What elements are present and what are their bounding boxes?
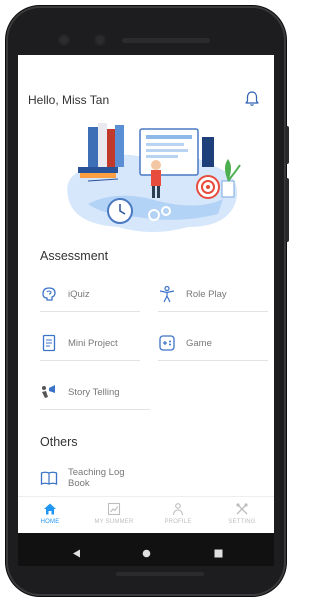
assessment-item-iquiz[interactable]: iQuiz — [40, 279, 140, 312]
megaphone-icon — [40, 383, 58, 401]
top-bezel — [6, 6, 286, 58]
assessment-item-label: Role Play — [186, 288, 227, 300]
nav-label: SETTING — [228, 519, 256, 525]
nav-label: HOME — [40, 519, 60, 525]
assessment-title: Assessment — [40, 249, 109, 263]
bottom-navigation: HOME MY SUMMER PROFILE SETTING — [18, 496, 274, 533]
sensor — [96, 36, 104, 44]
nav-profile[interactable]: PROFILE — [146, 501, 210, 525]
divider — [40, 409, 150, 410]
others-item-teaching-log-book[interactable]: Teaching Log Book — [40, 463, 150, 493]
header: Hello, Miss Tan — [28, 89, 264, 111]
controller-icon — [158, 334, 176, 352]
home-button-icon[interactable] — [142, 545, 151, 563]
system-navigation-bar — [18, 533, 274, 566]
assessment-item-story-telling[interactable]: Story Telling — [40, 377, 150, 410]
book-icon — [40, 469, 58, 487]
recent-apps-icon[interactable] — [214, 545, 223, 563]
nav-home[interactable]: HOME — [18, 501, 82, 525]
greeting-text: Hello, Miss Tan — [28, 93, 110, 107]
assessment-item-label: iQuiz — [68, 288, 90, 300]
document-icon — [40, 334, 58, 352]
others-title: Others — [40, 435, 78, 449]
assessment-item-label: Story Telling — [68, 386, 120, 398]
bottom-speaker — [116, 572, 204, 576]
divider — [40, 311, 140, 312]
brain-head-icon — [40, 285, 58, 303]
assessment-item-game[interactable]: Game — [158, 328, 268, 361]
tools-icon — [210, 501, 274, 517]
home-icon — [18, 501, 82, 517]
earpiece-speaker — [122, 38, 210, 43]
others-item-label: Teaching Log Book — [68, 467, 125, 489]
app-screen: Hello, Miss Tan Assessment iQuiz Role Pl… — [18, 55, 274, 533]
divider — [158, 360, 268, 361]
assessment-item-label: Mini Project — [68, 337, 118, 349]
front-camera — [60, 36, 68, 44]
assessment-item-label: Game — [186, 337, 212, 349]
profile-icon — [146, 501, 210, 517]
nav-setting[interactable]: SETTING — [210, 501, 274, 525]
bell-icon[interactable] — [242, 89, 262, 109]
nav-label: MY SUMMER — [94, 519, 134, 525]
divider — [158, 311, 268, 312]
hero-illustration — [58, 119, 248, 239]
chart-icon — [82, 501, 146, 517]
back-icon[interactable] — [72, 545, 81, 563]
divider — [40, 360, 140, 361]
nav-label: PROFILE — [164, 519, 192, 525]
nav-my-summer[interactable]: MY SUMMER — [82, 501, 146, 525]
power-button — [285, 178, 289, 242]
volume-button — [285, 126, 289, 164]
assessment-item-role-play[interactable]: Role Play — [158, 279, 268, 312]
assessment-item-mini-project[interactable]: Mini Project — [40, 328, 140, 361]
person-icon — [158, 285, 176, 303]
